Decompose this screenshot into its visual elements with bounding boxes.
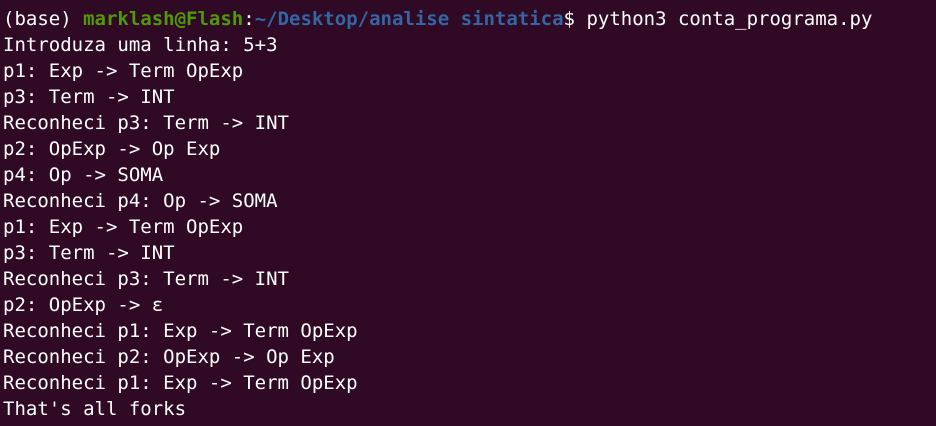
output-line: p3: Term -> INT bbox=[3, 86, 175, 108]
output-line: Reconheci p2: OpExp -> Op Exp bbox=[3, 346, 335, 368]
prompt-symbol: $ bbox=[563, 8, 587, 30]
command-text: python3 conta_programa.py bbox=[586, 8, 873, 30]
prompt-colon: : bbox=[243, 8, 255, 30]
output-line: p4: Op -> SOMA bbox=[3, 164, 164, 186]
conda-env-label: (base) bbox=[3, 8, 84, 30]
output-line: p2: OpExp -> ε bbox=[3, 294, 164, 316]
working-directory: ~/Desktop/analise sintatica bbox=[254, 8, 564, 30]
output-line: Introduza uma linha: 5+3 bbox=[3, 34, 278, 56]
user-host: marklash@Flash bbox=[83, 8, 244, 30]
output-line: Reconheci p3: Term -> INT bbox=[3, 112, 289, 134]
output-line: p3: Term -> INT bbox=[3, 242, 175, 264]
output-line: p1: Exp -> Term OpExp bbox=[3, 60, 244, 82]
terminal-window[interactable]: (base) marklash@Flash:~/Desktop/analise … bbox=[0, 0, 936, 426]
output-line: Reconheci p1: Exp -> Term OpExp bbox=[3, 372, 358, 394]
output-line: p2: OpExp -> Op Exp bbox=[3, 138, 221, 160]
output-line: Reconheci p4: Op -> SOMA bbox=[3, 190, 278, 212]
output-line: p1: Exp -> Term OpExp bbox=[3, 216, 244, 238]
output-line: Reconheci p1: Exp -> Term OpExp bbox=[3, 320, 358, 342]
output-line: That's all forks bbox=[3, 398, 187, 420]
output-line: Reconheci p3: Term -> INT bbox=[3, 268, 289, 290]
prompt-line: (base) marklash@Flash:~/Desktop/analise … bbox=[3, 6, 936, 32]
